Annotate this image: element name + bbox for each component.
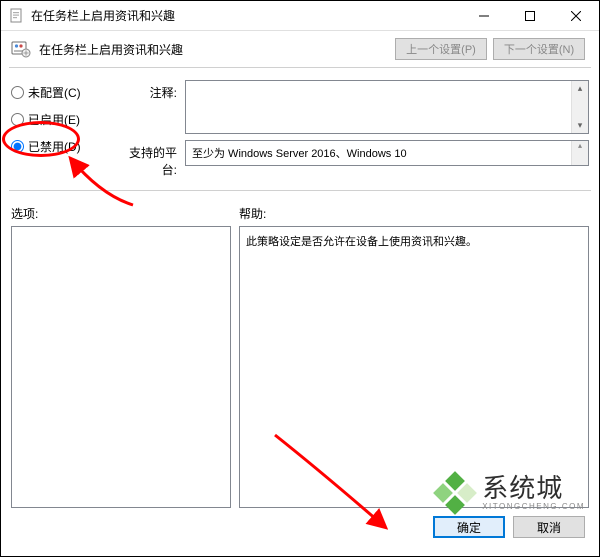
bottom-bar: 确定 取消: [1, 508, 599, 546]
divider: [9, 190, 591, 191]
scrollbar[interactable]: ▴ ▾: [571, 81, 588, 133]
radio-enabled[interactable]: 已启用(E): [11, 111, 103, 128]
help-text: 此策略设定是否允许在设备上使用资讯和兴趣。: [246, 236, 477, 248]
minimize-button[interactable]: [461, 1, 507, 31]
next-setting-button[interactable]: 下一个设置(N): [493, 38, 585, 60]
titlebar: 在任务栏上启用资讯和兴趣: [1, 1, 599, 31]
radio-not-configured-input[interactable]: [11, 86, 24, 99]
platform-textbox: 至少为 Windows Server 2016、Windows 10 ▴: [185, 140, 589, 166]
help-pane: 此策略设定是否允许在设备上使用资讯和兴趣。: [239, 226, 589, 508]
scroll-up-icon[interactable]: ▴: [572, 81, 588, 96]
options-label: 选项:: [11, 205, 239, 222]
close-button[interactable]: [553, 1, 599, 31]
maximize-button[interactable]: [507, 1, 553, 31]
platform-scrollbar[interactable]: ▴: [571, 141, 588, 165]
config-area: 未配置(C) 已启用(E) 已禁用(D) 注释: ▴ ▾ 支持的平台: 至少为 …: [1, 76, 599, 184]
panes: 此策略设定是否允许在设备上使用资讯和兴趣。: [1, 226, 599, 508]
section-labels: 选项: 帮助:: [1, 199, 599, 226]
policy-icon: [9, 8, 25, 24]
options-pane: [11, 226, 231, 508]
ok-button[interactable]: 确定: [433, 516, 505, 538]
window-controls: [461, 1, 599, 31]
gp-setting-icon: [11, 39, 31, 59]
radio-not-configured-label: 未配置(C): [28, 84, 81, 101]
subheader: 在任务栏上启用资讯和兴趣 上一个设置(P) 下一个设置(N): [1, 31, 599, 67]
platform-label: 支持的平台:: [115, 140, 177, 178]
cancel-button[interactable]: 取消: [513, 516, 585, 538]
radio-not-configured[interactable]: 未配置(C): [11, 84, 103, 101]
radio-disabled-label: 已禁用(D): [28, 138, 81, 155]
radio-enabled-label: 已启用(E): [28, 111, 80, 128]
radio-column: 未配置(C) 已启用(E) 已禁用(D): [11, 80, 103, 178]
radio-enabled-input[interactable]: [11, 113, 24, 126]
help-label: 帮助:: [239, 205, 266, 222]
scroll-up-icon[interactable]: ▴: [572, 141, 588, 151]
comment-label: 注释:: [115, 80, 177, 101]
radio-disabled-input[interactable]: [11, 140, 24, 153]
radio-disabled[interactable]: 已禁用(D): [11, 138, 103, 155]
divider: [9, 67, 591, 68]
window-title: 在任务栏上启用资讯和兴趣: [31, 7, 461, 24]
platform-text: 至少为 Windows Server 2016、Windows 10: [192, 148, 407, 160]
scroll-down-icon[interactable]: ▾: [572, 118, 588, 133]
subheader-title: 在任务栏上启用资讯和兴趣: [39, 41, 395, 58]
prev-setting-button[interactable]: 上一个设置(P): [395, 38, 487, 60]
comment-textbox[interactable]: ▴ ▾: [185, 80, 589, 134]
